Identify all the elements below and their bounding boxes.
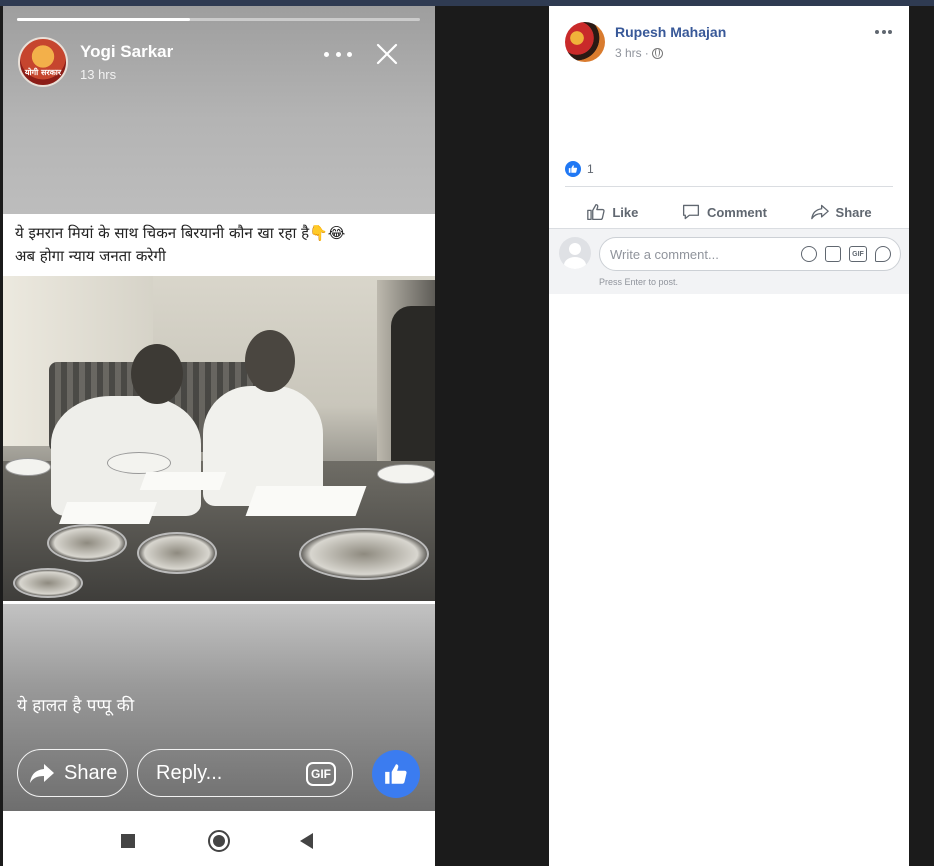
divider [565,186,893,187]
story-header-area: योगी सरकार Yogi Sarkar 13 hrs [3,6,435,214]
like-outline-icon [587,203,605,221]
share-arrow-icon [30,764,54,783]
sticker-icon[interactable] [875,246,891,262]
reaction-count: 1 [587,162,594,176]
story-photo [3,276,435,601]
post-author-name[interactable]: Rupesh Mahajan [615,24,726,40]
globe-icon [651,47,663,59]
reply-placeholder: Reply... [156,761,223,784]
comment-button[interactable]: Comment [681,203,767,221]
story-caption-box: ये इमरान मियां के साथ चिकन बिरयानी कौन ख… [3,214,435,276]
close-icon[interactable] [375,42,399,66]
comment-icon [682,204,699,220]
thumbs-up-icon [385,764,407,784]
viewer-avatar [559,237,591,269]
caption-line-2: अब होगा न्याय जनता करेगी [15,247,166,265]
story-author-avatar[interactable]: योगी सरकार [18,37,68,87]
story-screenshot: योगी सरकार Yogi Sarkar 13 hrs ये इमरान म… [3,6,435,866]
comment-composer: Write a comment... GIF Press Enter to po… [549,228,909,294]
home-icon[interactable] [208,830,230,852]
story-reply-input[interactable]: Reply... GIF [137,749,353,797]
recent-apps-icon[interactable] [121,834,135,848]
emoji-icon[interactable] [801,246,817,262]
android-nav-bar [3,811,435,866]
caption-line-1: ये इमरान मियां के साथ चिकन बिरयानी कौन ख… [15,224,346,242]
like-button[interactable]: Like [586,203,638,221]
gif-icon[interactable]: GIF [849,246,867,262]
story-like-button[interactable] [372,750,420,798]
story-bottom-caption: ये हालत है पप्पू की [17,696,135,716]
comment-label: Comment [706,204,767,220]
share-button[interactable]: Share [810,203,872,221]
gif-icon[interactable]: GIF [306,762,336,786]
story-author-name[interactable]: Yogi Sarkar [80,42,173,62]
share-label: Share [64,761,118,784]
share-label: Share [835,204,872,220]
more-options-icon[interactable] [324,42,352,66]
comment-attachments: GIF [801,246,891,262]
story-share-button[interactable]: Share [17,749,128,797]
comment-placeholder: Write a comment... [610,246,719,262]
story-timestamp: 13 hrs [80,67,117,82]
press-enter-hint: Press Enter to post. [599,277,679,287]
post-actions: Like Comment Share [565,194,893,230]
facebook-post-card: Rupesh Mahajan 3 hrs · 1 Like Comment Sh… [549,6,909,866]
avatar-text: योगी सरकार [24,68,62,77]
like-reaction-icon [565,161,581,177]
like-label: Like [612,204,639,220]
share-icon [810,204,829,220]
camera-icon[interactable] [825,246,841,262]
story-progress-fill [17,18,191,21]
post-timestamp[interactable]: 3 hrs [615,46,642,60]
post-meta: 3 hrs · [615,46,663,60]
meta-separator: · [644,46,649,60]
post-author-avatar[interactable] [565,22,605,62]
story-progress-bar [17,18,420,21]
reaction-summary[interactable]: 1 [565,161,594,177]
back-icon[interactable] [300,833,313,849]
post-options-icon[interactable] [875,30,892,36]
